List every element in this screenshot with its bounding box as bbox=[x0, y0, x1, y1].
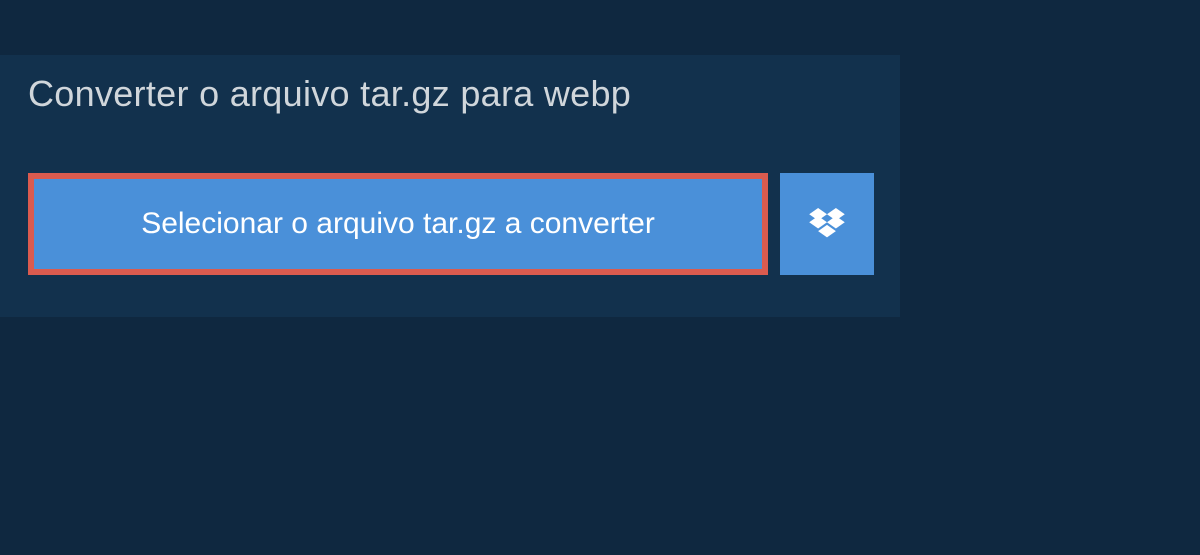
converter-panel: Converter o arquivo tar.gz para webp Sel… bbox=[0, 55, 900, 317]
select-file-button[interactable]: Selecionar o arquivo tar.gz a converter bbox=[28, 173, 768, 275]
title-section: Converter o arquivo tar.gz para webp bbox=[0, 55, 690, 143]
button-area: Selecionar o arquivo tar.gz a converter bbox=[0, 143, 900, 317]
select-file-label: Selecionar o arquivo tar.gz a converter bbox=[141, 207, 655, 241]
page-title: Converter o arquivo tar.gz para webp bbox=[28, 73, 662, 115]
dropbox-icon bbox=[809, 208, 845, 240]
dropbox-button[interactable] bbox=[780, 173, 874, 275]
